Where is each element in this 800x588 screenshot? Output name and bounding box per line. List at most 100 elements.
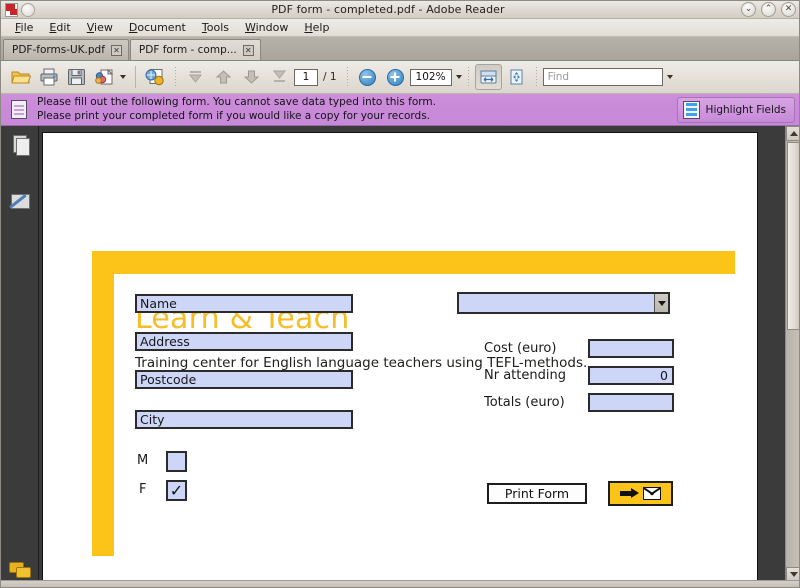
save-icon[interactable] <box>63 64 90 90</box>
cost-field[interactable] <box>588 339 674 358</box>
title-bar-left <box>1 2 35 17</box>
scroll-up-button[interactable] <box>786 126 799 141</box>
tool-bar: 1 / 1 102% Find <box>1 61 799 94</box>
navigation-pane <box>1 126 39 582</box>
next-page-icon[interactable] <box>238 64 265 90</box>
arrow-right-icon <box>620 488 639 499</box>
toolbar-separator <box>467 67 469 87</box>
highlight-fields-icon <box>682 100 700 119</box>
last-page-glyph <box>272 70 287 82</box>
menu-window-rest: indow <box>255 21 289 34</box>
zoom-level-input[interactable]: 102% <box>409 68 452 86</box>
scrollbar-thumb[interactable] <box>787 142 799 330</box>
menu-bar: File Edit View Document Tools Window Hel… <box>1 19 799 37</box>
menu-file[interactable]: File <box>7 20 41 35</box>
submit-by-email-button[interactable] <box>608 481 673 506</box>
menu-window-mnemonic: W <box>244 21 256 34</box>
page-total-label: / 1 <box>323 71 337 83</box>
search-input[interactable]: Find <box>542 68 663 86</box>
highlight-fields-label: Highlight Fields <box>705 103 786 116</box>
tab-pdf-form-completed[interactable]: PDF form - comp... ✕ <box>129 39 261 60</box>
toolbar-separator <box>535 67 537 87</box>
menu-document[interactable]: Document <box>121 20 194 35</box>
export-icon[interactable] <box>91 64 118 90</box>
pages-panel-icon[interactable] <box>9 134 31 156</box>
close-icon[interactable]: ✕ <box>110 44 122 56</box>
notification-text: Please fill out the following form. You … <box>37 96 436 123</box>
window-controls: ⌄ ⌃ ✕ <box>741 2 799 17</box>
tab-label: PDF-forms-UK.pdf <box>12 44 105 56</box>
menu-window[interactable]: Window <box>237 20 296 35</box>
name-field[interactable]: Name <box>135 294 353 313</box>
status-strip <box>1 580 799 587</box>
previous-page-icon[interactable] <box>210 64 237 90</box>
menu-edit-rest: dit <box>56 21 71 34</box>
menu-view-rest: iew <box>94 21 113 34</box>
minimize-button[interactable]: ⌄ <box>741 2 756 17</box>
fit-page-icon[interactable] <box>503 64 530 90</box>
highlight-fields-button[interactable]: Highlight Fields <box>676 96 795 123</box>
menu-edit[interactable]: Edit <box>41 20 78 35</box>
zoom-in-icon[interactable] <box>382 64 409 90</box>
fit-page-glyph <box>510 69 523 85</box>
accent-bar-vertical <box>92 251 114 556</box>
nr-attending-field[interactable]: 0 <box>588 366 674 385</box>
zoom-out-icon[interactable] <box>354 64 381 90</box>
female-checkbox[interactable]: ✓ <box>166 480 187 501</box>
first-page-icon[interactable] <box>182 64 209 90</box>
print-icon[interactable] <box>35 64 62 90</box>
envelope-icon <box>643 487 661 500</box>
main-area: Learn & Teach Training center for Englis… <box>1 126 799 582</box>
menu-tools[interactable]: Tools <box>194 20 237 35</box>
menu-help-rest: elp <box>312 21 330 34</box>
notification-line-2: Please print your completed form if you … <box>37 109 430 122</box>
last-page-icon[interactable] <box>266 64 293 90</box>
maximize-button[interactable]: ⌃ <box>761 2 776 17</box>
page-number-input[interactable]: 1 <box>294 68 318 86</box>
sign-panel-icon[interactable] <box>9 190 31 212</box>
menu-view-mnemonic: V <box>86 21 95 34</box>
print-glyph <box>40 68 57 86</box>
zoom-dropdown-caret-icon[interactable] <box>455 75 462 79</box>
menu-view[interactable]: View <box>79 20 121 35</box>
city-field[interactable]: City <box>135 410 353 429</box>
postcode-field[interactable]: Postcode <box>135 370 353 389</box>
window-menu-button[interactable] <box>21 2 35 17</box>
male-checkbox[interactable] <box>166 451 187 472</box>
course-select-value <box>459 294 654 312</box>
submit-by-email-icon <box>610 483 671 504</box>
document-tab-bar: PDF-forms-UK.pdf ✕ PDF form - comp... ✕ <box>1 37 799 61</box>
accent-bar-horizontal <box>92 251 735 274</box>
close-icon[interactable]: ✕ <box>242 44 254 56</box>
search-dropdown-caret-icon[interactable] <box>666 75 673 79</box>
zoom-out-glyph <box>358 68 376 86</box>
print-form-button[interactable]: Print Form <box>487 483 587 504</box>
open-folder-glyph <box>10 71 31 83</box>
document-view[interactable]: Learn & Teach Training center for Englis… <box>39 126 799 582</box>
vertical-scrollbar[interactable] <box>785 126 799 582</box>
menu-help[interactable]: Help <box>296 20 337 35</box>
cost-label: Cost (euro) <box>484 341 557 356</box>
tab-pdf-forms-uk[interactable]: PDF-forms-UK.pdf ✕ <box>3 39 129 60</box>
attach-review-glyph <box>145 69 164 86</box>
menu-document-rest: ocument <box>137 21 186 34</box>
course-select[interactable] <box>457 292 670 314</box>
window-title: PDF form - completed.pdf - Adobe Reader <box>271 3 505 16</box>
open-folder-icon[interactable] <box>7 64 34 90</box>
export-dropdown-caret-icon[interactable] <box>120 75 126 79</box>
adobe-reader-window: PDF form - completed.pdf - Adobe Reader … <box>0 0 800 588</box>
save-glyph <box>68 69 85 85</box>
address-field[interactable]: Address <box>135 332 353 351</box>
totals-label: Totals (euro) <box>484 395 565 410</box>
close-button[interactable]: ✕ <box>781 2 796 17</box>
fit-width-icon[interactable] <box>474 64 502 90</box>
comments-panel-icon[interactable] <box>9 558 31 580</box>
chevron-down-icon[interactable] <box>654 294 668 312</box>
attach-review-icon[interactable] <box>142 64 169 90</box>
previous-page-glyph <box>215 70 232 84</box>
next-page-glyph <box>243 70 260 84</box>
tab-label: PDF form - comp... <box>138 44 237 56</box>
export-glyph <box>94 68 113 85</box>
male-label: M <box>137 453 149 468</box>
totals-field[interactable] <box>588 393 674 412</box>
